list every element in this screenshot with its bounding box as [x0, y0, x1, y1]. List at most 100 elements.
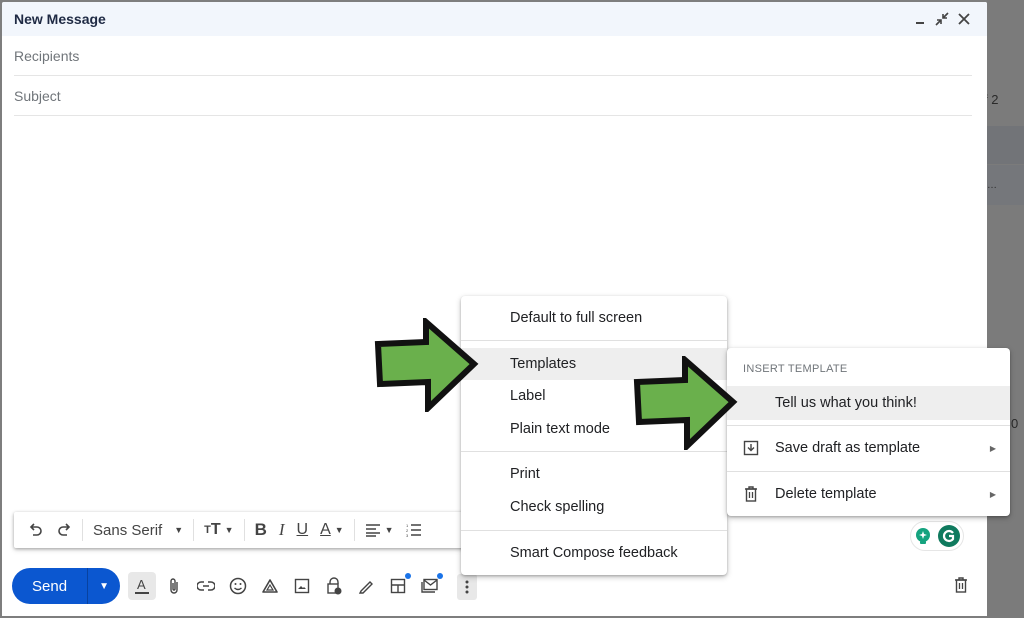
- chevron-right-icon: ▶: [989, 489, 996, 499]
- text-color-button[interactable]: A ▼: [314, 516, 350, 544]
- bold-button[interactable]: B: [249, 516, 273, 544]
- submenu-divider: [727, 471, 1010, 472]
- toolbar-divider: [82, 519, 83, 541]
- grammarly-suggestions-icon: [916, 528, 930, 544]
- templates-mail-button[interactable]: [416, 572, 444, 600]
- submenu-item-delete-template[interactable]: Delete template ▶: [727, 477, 1010, 511]
- annotation-arrow-icon: [633, 356, 738, 450]
- chevron-down-icon: ▼: [99, 580, 109, 592]
- chevron-down-icon: ▼: [334, 525, 344, 535]
- recipients-input[interactable]: [14, 47, 972, 64]
- trash-icon: [955, 577, 967, 593]
- attach-icon: [170, 578, 178, 594]
- chevron-down-icon: ▼: [224, 525, 234, 535]
- menu-item-default-full-screen[interactable]: Default to full screen: [461, 302, 727, 334]
- align-left-icon: [365, 524, 380, 537]
- confidential-mode-button[interactable]: [320, 572, 348, 600]
- undo-button[interactable]: [22, 516, 50, 544]
- toolbar-divider: [353, 519, 355, 541]
- svg-text:3: 3: [406, 533, 409, 537]
- redo-icon: [58, 523, 71, 536]
- close-icon: [958, 13, 970, 25]
- minimize-button[interactable]: [909, 8, 931, 30]
- schedule-send-dropdown[interactable]: ▼: [88, 568, 120, 604]
- emoji-icon: [229, 577, 247, 595]
- toolbar-divider: [193, 519, 195, 541]
- align-button[interactable]: ▼: [359, 516, 400, 544]
- send-button[interactable]: Send: [12, 568, 89, 604]
- more-options-button[interactable]: [457, 574, 477, 600]
- formatting-options-button[interactable]: A: [128, 572, 157, 600]
- grammarly-icon: [938, 525, 960, 547]
- exit-full-screen-button[interactable]: [931, 8, 953, 30]
- underline-button[interactable]: U: [291, 516, 315, 544]
- background-text: …: [987, 180, 997, 191]
- text-size-icon: T: [204, 524, 211, 536]
- redo-button[interactable]: [50, 516, 78, 544]
- subject-input[interactable]: [14, 87, 972, 104]
- grammarly-widget[interactable]: [910, 521, 964, 551]
- font-size-button[interactable]: T T ▼: [198, 516, 239, 544]
- recipients-row: [14, 36, 972, 76]
- menu-item-print[interactable]: Print: [461, 458, 727, 490]
- undo-icon: [29, 523, 42, 536]
- chevron-down-icon: ▼: [384, 525, 394, 535]
- bottom-toolbar: Send ▼ A: [12, 566, 444, 606]
- italic-button[interactable]: I: [273, 516, 291, 544]
- menu-divider: [461, 451, 727, 452]
- numbered-list-icon: 123: [406, 523, 421, 537]
- chevron-down-icon: ▼: [174, 525, 184, 535]
- insert-emoji-button[interactable]: [224, 572, 252, 600]
- submenu-header: INSERT TEMPLATE: [743, 363, 848, 375]
- submenu-item-label: Save draft as template: [775, 440, 921, 456]
- menu-divider: [461, 530, 727, 531]
- menu-item-smart-compose-feedback[interactable]: Smart Compose feedback: [461, 537, 727, 569]
- layouts-button[interactable]: [384, 572, 412, 600]
- menu-item-check-spelling[interactable]: Check spelling: [461, 491, 727, 523]
- font-select[interactable]: Sans Serif ▼: [87, 516, 189, 544]
- compose-header: New Message: [2, 2, 987, 36]
- photo-icon: [294, 578, 310, 594]
- compose-title: New Message: [14, 11, 106, 27]
- pen-icon: [358, 581, 374, 594]
- send-button-group: Send ▼: [12, 568, 121, 604]
- templates-submenu: INSERT TEMPLATE Tell us what you think! …: [727, 348, 1010, 516]
- attach-files-button[interactable]: [160, 572, 188, 600]
- insert-photo-button[interactable]: [288, 572, 316, 600]
- background-row: [987, 126, 1024, 164]
- svg-text:A: A: [137, 577, 146, 592]
- layout-icon: [390, 578, 406, 594]
- submenu-divider: [727, 425, 1010, 426]
- template-item-label: Tell us what you think!: [775, 395, 917, 411]
- submenu-item-save-draft-as-template[interactable]: Save draft as template ▶: [727, 431, 1010, 465]
- annotation-arrow-icon: [374, 318, 479, 412]
- text-color-icon: A: [320, 521, 331, 538]
- close-button[interactable]: [953, 8, 975, 30]
- chevron-right-icon: ▶: [989, 443, 996, 453]
- numbered-list-button[interactable]: 123: [400, 516, 428, 544]
- drive-icon: [262, 579, 278, 593]
- subject-row: [14, 76, 972, 116]
- insert-signature-button[interactable]: [352, 572, 380, 600]
- discard-draft-button[interactable]: [950, 574, 972, 596]
- save-download-icon: [743, 440, 759, 456]
- link-icon: [197, 581, 216, 591]
- text-size-icon: T: [210, 521, 221, 538]
- toolbar-divider: [243, 519, 245, 541]
- notification-dot: [437, 573, 444, 579]
- more-vert-icon: [465, 580, 469, 594]
- minimize-icon: [916, 22, 924, 24]
- lock-clock-icon: [327, 577, 342, 595]
- font-label: Sans Serif: [93, 521, 163, 539]
- notification-dot: [405, 573, 412, 579]
- menu-divider: [461, 340, 727, 341]
- insert-drive-button[interactable]: [256, 572, 284, 600]
- formatting-toolbar: Sans Serif ▼ T T ▼ B I U A ▼ ▼ 123: [14, 512, 474, 548]
- submenu-item-label: Delete template: [775, 486, 877, 502]
- insert-link-button[interactable]: [192, 572, 220, 600]
- background-text: 0: [1011, 416, 1019, 431]
- template-item-tell-us[interactable]: Tell us what you think!: [727, 386, 1010, 420]
- formatting-options-icon: A: [135, 577, 150, 594]
- mail-stack-icon: [421, 578, 438, 593]
- exit-full-screen-icon: [935, 12, 949, 26]
